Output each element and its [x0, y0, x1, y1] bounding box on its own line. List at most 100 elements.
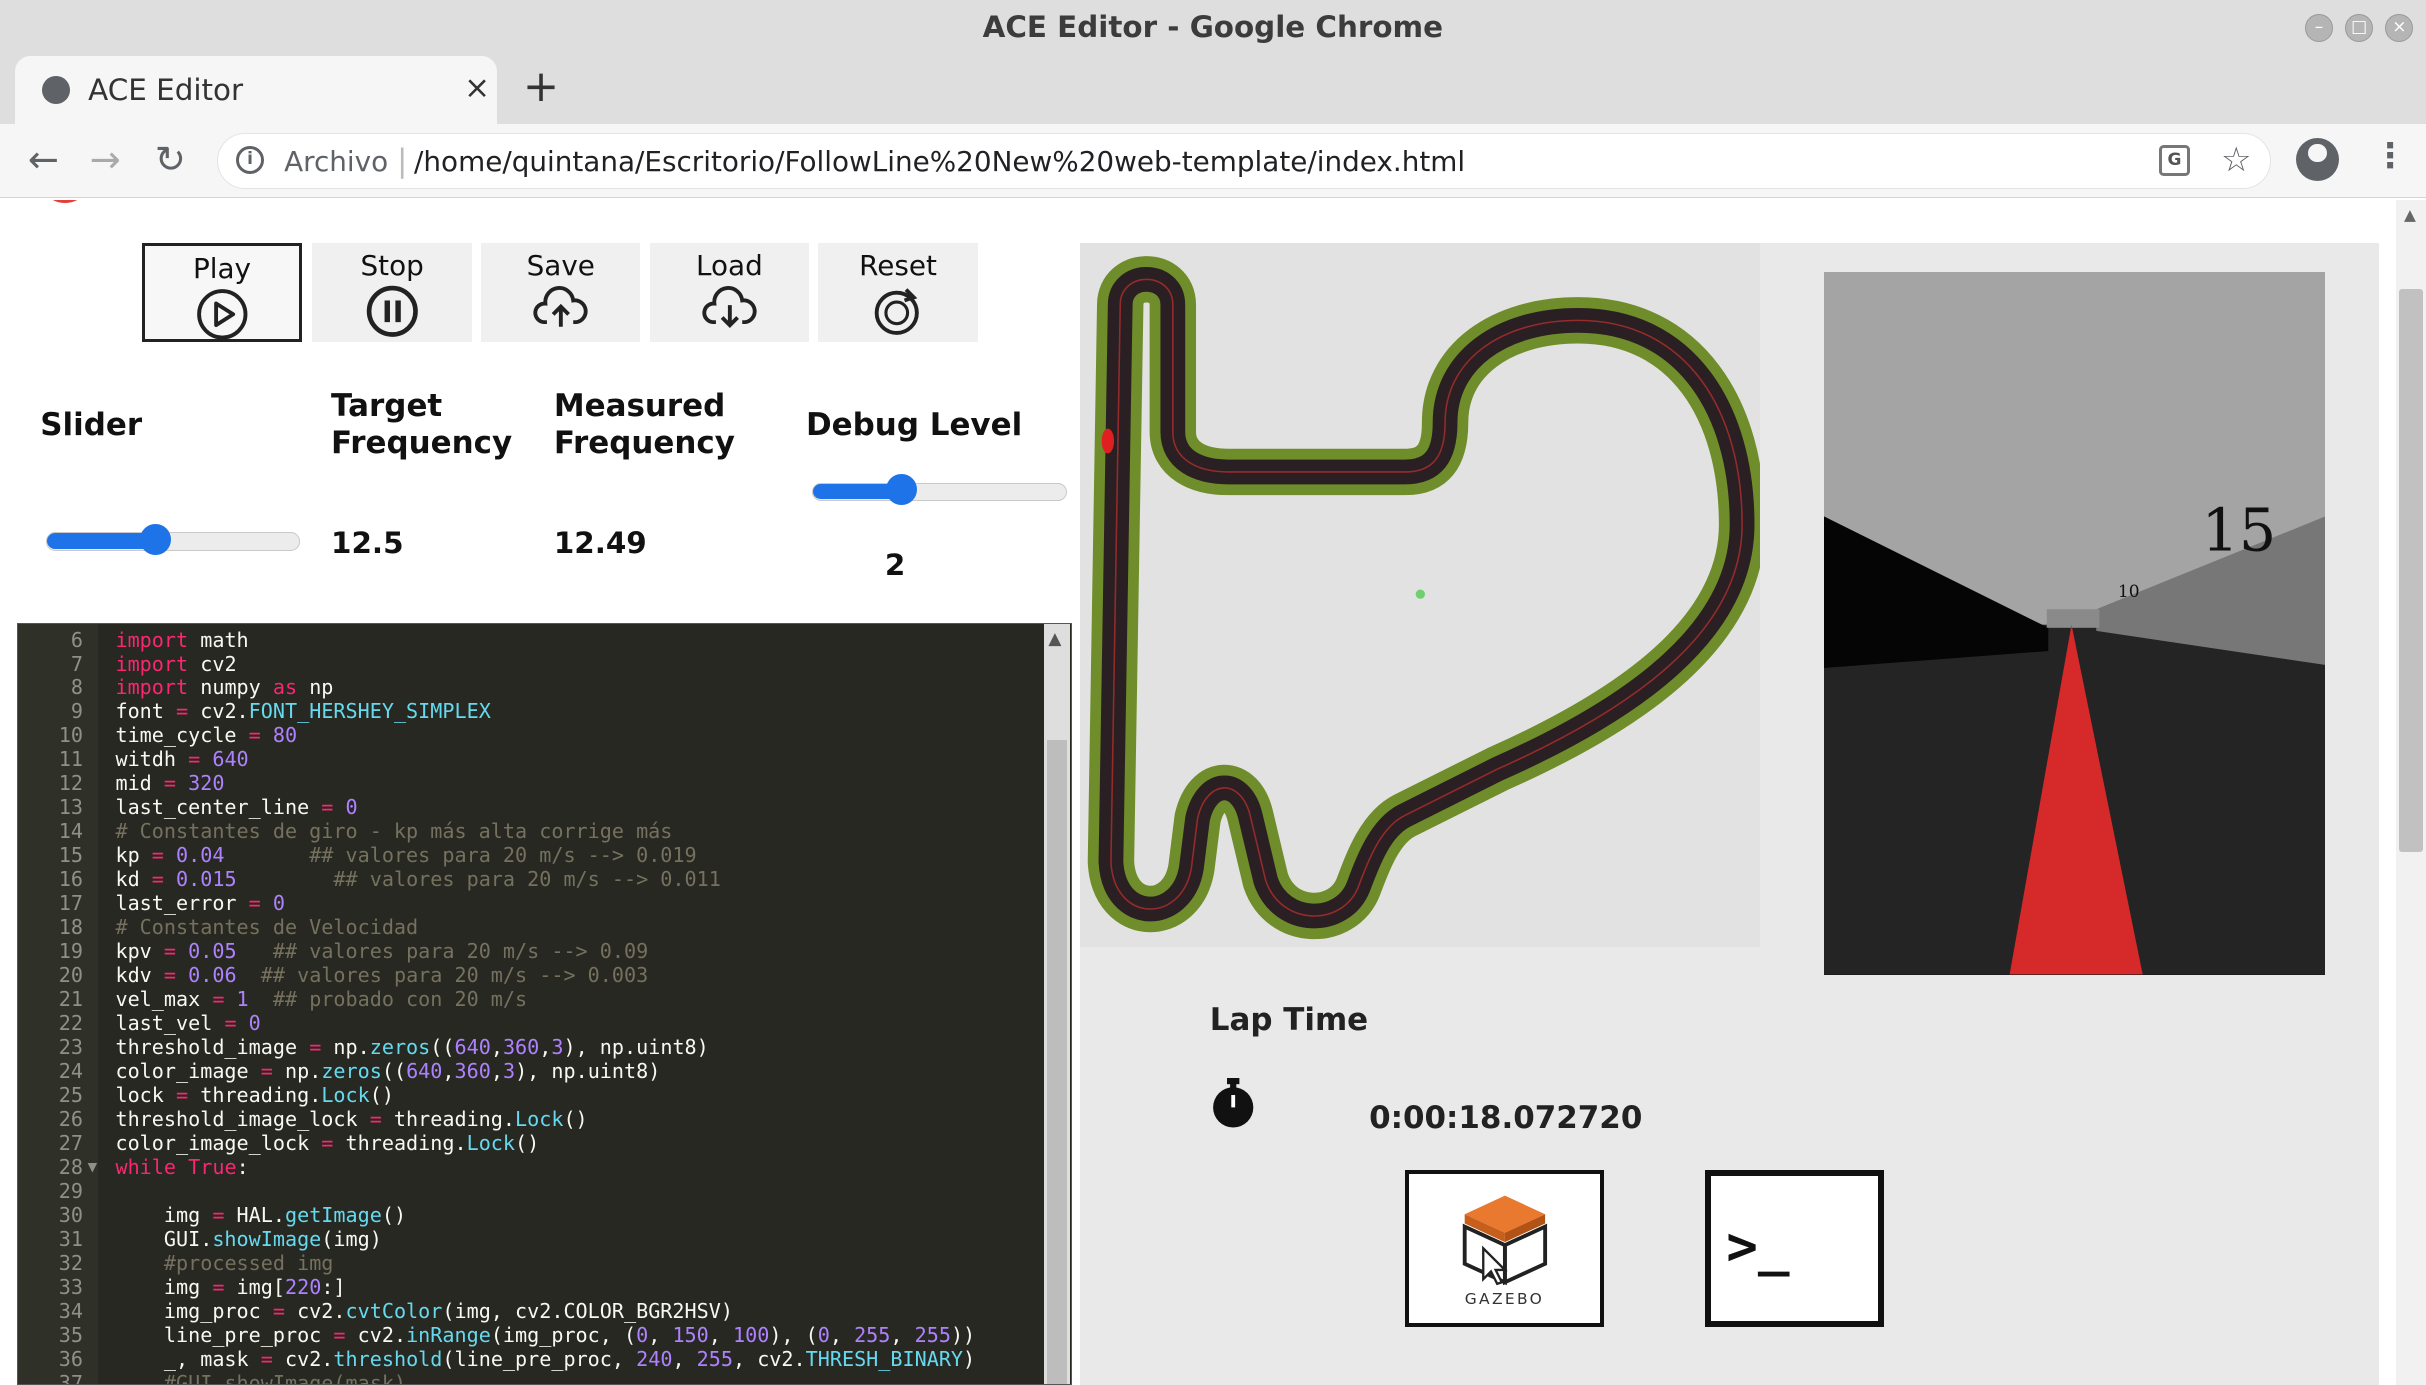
code-text[interactable]: lock = threading.Lock()	[115, 1083, 394, 1107]
code-line[interactable]: 16 kd = 0.015 ## valores para 20 m/s --> …	[18, 867, 1039, 891]
play-button[interactable]: Play	[142, 242, 302, 342]
new-tab-button[interactable]: +	[523, 62, 559, 112]
code-line[interactable]: 6 import math	[18, 628, 1039, 652]
code-text[interactable]: last_error = 0	[115, 891, 285, 915]
code-line[interactable]: 34 img_proc = cv2.cvtColor(img, cv2.COLO…	[18, 1299, 1039, 1323]
minimize-button[interactable]: –	[2305, 13, 2333, 42]
code-text[interactable]: witdh = 640	[115, 747, 248, 771]
code-line[interactable]: 9 font = cv2.FONT_HERSHEY_SIMPLEX	[18, 699, 1039, 723]
code-text[interactable]: kp = 0.04 ## valores para 20 m/s --> 0.0…	[115, 843, 696, 867]
code-line[interactable]: 7 import cv2	[18, 652, 1039, 676]
code-text[interactable]: kd = 0.015 ## valores para 20 m/s --> 0.…	[115, 867, 720, 891]
editor-scrollbar-thumb[interactable]	[1046, 740, 1067, 1384]
code-text[interactable]: #processed img	[115, 1251, 334, 1275]
code-line[interactable]: 17 last_error = 0	[18, 891, 1039, 915]
code-line[interactable]: 10 time_cycle = 80	[18, 723, 1039, 747]
page-scroll-up-arrow-icon[interactable]: ▲	[2404, 206, 2416, 224]
code-text[interactable]: last_center_line = 0	[115, 795, 357, 819]
forward-arrow-icon[interactable]: →	[90, 138, 121, 181]
maximize-button[interactable]: □	[2345, 13, 2374, 42]
code-line[interactable]: 15 kp = 0.04 ## valores para 20 m/s --> 0…	[18, 843, 1039, 867]
debug-level-slider-thumb[interactable]	[886, 474, 918, 506]
code-text[interactable]: _, mask = cv2.threshold(line_pre_proc, 2…	[115, 1347, 975, 1371]
browser-tab[interactable]: ACE Editor ×	[15, 55, 497, 124]
stop-button[interactable]: Stop	[312, 242, 472, 342]
fold-arrow-icon[interactable]: ▼	[88, 1160, 98, 1174]
code-line[interactable]: 8 import numpy as np	[18, 675, 1039, 699]
code-line[interactable]: 23 threshold_image = np.zeros((640,360,3)…	[18, 1035, 1039, 1059]
gazebo-button[interactable]: GAZEBO	[1404, 1169, 1605, 1328]
code-text[interactable]: threshold_image = np.zeros((640,360,3), …	[115, 1035, 708, 1059]
code-line[interactable]: 33 img = img[220:]	[18, 1275, 1039, 1299]
code-text[interactable]: GUI.showImage(img)	[115, 1227, 382, 1251]
code-text[interactable]: color_image = np.zeros((640,360,3), np.u…	[115, 1059, 660, 1083]
code-line[interactable]: 36 _, mask = cv2.threshold(line_pre_proc…	[18, 1347, 1039, 1371]
code-text[interactable]: # Constantes de Velocidad	[115, 915, 418, 939]
code-text[interactable]: mid = 320	[115, 771, 224, 795]
code-line[interactable]: 30 img = HAL.getImage()	[18, 1203, 1039, 1227]
bookmark-star-icon[interactable]: ☆	[2221, 140, 2252, 180]
debug-level-slider[interactable]	[812, 474, 1068, 506]
tab-close-icon[interactable]: ×	[464, 70, 490, 106]
code-text[interactable]: color_image_lock = threading.Lock()	[115, 1131, 539, 1155]
code-text[interactable]: import cv2	[115, 652, 236, 676]
address-bar[interactable]: i Archivo | /home/quintana/Escritorio/Fo…	[216, 133, 2271, 189]
close-window-button[interactable]: ×	[2385, 13, 2414, 42]
code-text[interactable]: time_cycle = 80	[115, 723, 297, 747]
code-text[interactable]: img = img[220:]	[115, 1275, 346, 1299]
code-text[interactable]: img_proc = cv2.cvtColor(img, cv2.COLOR_B…	[115, 1299, 733, 1323]
code-line[interactable]: 14 # Constantes de giro - kp más alta cor…	[18, 819, 1039, 843]
code-text[interactable]: font = cv2.FONT_HERSHEY_SIMPLEX	[115, 699, 490, 723]
menu-kebab-icon[interactable]: ⋮	[2373, 136, 2407, 176]
code-line[interactable]: 12 mid = 320	[18, 771, 1039, 795]
save-button[interactable]: Save	[481, 242, 641, 342]
code-editor[interactable]: 6 import math 7 import cv2 8 import numpy as …	[17, 623, 1073, 1385]
page-scrollbar-thumb[interactable]	[2399, 289, 2423, 853]
load-button[interactable]: Load	[649, 242, 810, 342]
page-scrollbar[interactable]: ▲	[2396, 199, 2426, 1385]
camera-image: 15 10	[1823, 272, 2326, 975]
code-line[interactable]: 18 # Constantes de Velocidad	[18, 915, 1039, 939]
translate-icon[interactable]: G	[2159, 144, 2190, 176]
code-line[interactable]: 25 lock = threading.Lock()	[18, 1083, 1039, 1107]
reset-button[interactable]: Reset	[818, 242, 978, 342]
code-text[interactable]: img = HAL.getImage()	[115, 1203, 406, 1227]
code-line[interactable]: 32 #processed img	[18, 1251, 1039, 1275]
code-line[interactable]: 24 color_image = np.zeros((640,360,3), np…	[18, 1059, 1039, 1083]
code-line[interactable]: 29	[18, 1179, 1039, 1203]
code-line[interactable]: 20 kdv = 0.06 ## valores para 20 m/s --> …	[18, 963, 1039, 987]
code-line[interactable]: 22 last_vel = 0	[18, 1011, 1039, 1035]
code-line[interactable]: 28 while True:	[18, 1155, 1039, 1179]
code-text[interactable]: kpv = 0.05 ## valores para 20 m/s --> 0.…	[115, 939, 648, 963]
code-text[interactable]: while True:	[115, 1155, 248, 1179]
code-line[interactable]: 31 GUI.showImage(img)	[18, 1227, 1039, 1251]
code-line[interactable]: 27 color_image_lock = threading.Lock()	[18, 1131, 1039, 1155]
code-text[interactable]: kdv = 0.06 ## valores para 20 m/s --> 0.…	[115, 963, 648, 987]
code-line[interactable]: 19 kpv = 0.05 ## valores para 20 m/s --> …	[18, 939, 1039, 963]
profile-avatar-icon[interactable]	[2295, 137, 2340, 181]
code-text[interactable]: threshold_image_lock = threading.Lock()	[115, 1107, 587, 1131]
code-line[interactable]: 21 vel_max = 1 ## probado con 20 m/s	[18, 987, 1039, 1011]
code-line[interactable]: 37 #GUI.showImage(mask)	[18, 1371, 1039, 1383]
code-text[interactable]: #GUI.showImage(mask)	[115, 1371, 406, 1383]
code-text[interactable]: vel_max = 1 ## probado con 20 m/s	[115, 987, 527, 1011]
editor-scrollbar[interactable]: ▲	[1043, 624, 1070, 1384]
address-url[interactable]: /home/quintana/Escritorio/FollowLine%20N…	[414, 145, 1465, 178]
code-text[interactable]: # Constantes de giro - kp más alta corri…	[115, 819, 672, 843]
code-text[interactable]: line_pre_proc = cv2.inRange(img_proc, (0…	[115, 1323, 975, 1347]
line-number: 11	[58, 747, 83, 772]
code-line[interactable]: 26 threshold_image_lock = threading.Lock(…	[18, 1107, 1039, 1131]
code-line[interactable]: 13 last_center_line = 0	[18, 795, 1039, 819]
scroll-up-arrow-icon[interactable]: ▲	[1048, 629, 1061, 649]
code-text[interactable]: import math	[115, 628, 248, 652]
code-line[interactable]: 11 witdh = 640	[18, 747, 1039, 771]
info-icon[interactable]: i	[236, 146, 264, 175]
code-text[interactable]: last_vel = 0	[115, 1011, 260, 1035]
code-line[interactable]: 35 line_pre_proc = cv2.inRange(img_proc,…	[18, 1323, 1039, 1347]
speed-slider[interactable]	[46, 523, 301, 555]
speed-slider-thumb[interactable]	[140, 523, 172, 555]
terminal-button[interactable]: >_	[1704, 1169, 1885, 1328]
reload-icon[interactable]: ↻	[155, 138, 186, 181]
code-text[interactable]: import numpy as np	[115, 675, 333, 699]
back-arrow-icon[interactable]: ←	[28, 138, 59, 181]
